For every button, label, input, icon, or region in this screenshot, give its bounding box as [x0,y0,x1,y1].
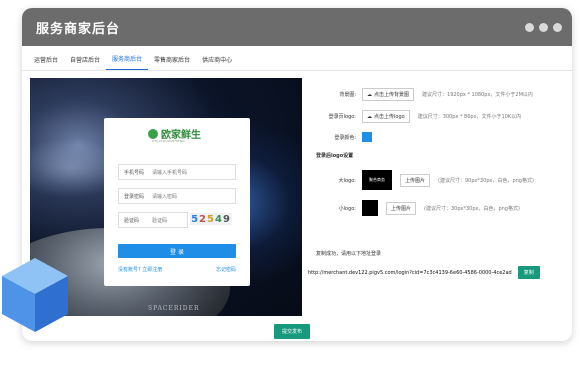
background-row: 背景图: ☁ 点击上传背景图 建议尺寸：1920px * 1080px，文件小于… [308,88,533,101]
captcha-label: 验证码 [124,217,140,224]
login-logo-row: 登录页logo: ☁ 点击上传logo 建议尺寸：300px * 86px，文件… [308,110,521,123]
tab-retail-merchant[interactable]: 零售商家后台 [148,55,196,70]
small-logo-thumbnail [362,200,378,216]
captcha-placeholder: 验证码 [152,217,168,224]
large-logo-hint: (建议尺寸：90px*30px，白色，png格式) [438,177,534,184]
login-url: http://merchant.dev122.pigv5.com/login?c… [308,269,512,276]
upload-large-logo-button[interactable]: 上传图片 [400,173,431,187]
captcha-image[interactable]: 5 2 5 4 9 [190,213,232,225]
password-placeholder: 请输入密码 [152,193,178,200]
login-preview: SPACERIDER 欧家鲜生 OUJIAXIANSHENG 手机号码 请输入手… [30,78,302,316]
copy-button[interactable]: 复制 [517,266,540,279]
large-logo-row: 大logo: 聚合商务 上传图片 (建议尺寸：90px*30px，白色，png格… [308,170,534,190]
login-logo-hint: 建议尺寸：300px * 86px，文件小于10K以内 [417,114,522,120]
page-title: 服务商家后台 [36,21,121,37]
theme-color-swatch[interactable] [362,132,372,142]
tab-operations[interactable]: 运营后台 [28,55,64,70]
copy-notice: 复制成功，请用以下地址登录 [316,251,382,257]
app-window: 服务商家后台 运营后台 自营店后台 服务商后台 零售商家后台 供应商中心 SPA… [22,8,572,341]
background-caption: SPACERIDER [148,305,200,312]
login-card: 欧家鲜生 OUJIAXIANSHENG 手机号码 请输入手机号码 登录密码 请输… [104,118,250,286]
upload-background-button[interactable]: ☁ 点击上传背景图 [362,88,415,101]
tab-supplier-center[interactable]: 供应商中心 [196,55,238,70]
upload-logo-label: 点击上传logo [374,114,405,120]
theme-color-row: 登录颜色: [308,132,372,142]
background-hint: 建议尺寸：1920px * 1080px，文件小于2M以内 [422,92,533,98]
captcha-char: 9 [222,213,231,225]
captcha-char: 5 [191,213,200,225]
submit-button[interactable]: 提交发布 [274,324,311,339]
window-dot-icon[interactable] [525,22,534,32]
upload-icon: ☁ [367,113,372,120]
upload-small-logo-button[interactable]: 上传图片 [386,201,417,215]
password-label: 登录密码 [124,193,145,200]
brand-leaf-icon [148,128,158,139]
captcha-field[interactable]: 验证码 验证码 [118,212,188,228]
captcha-char: 4 [214,213,223,225]
tab-self-store[interactable]: 自营店后台 [64,55,106,70]
large-logo-thumbnail: 聚合商务 [362,170,392,190]
captcha-char: 5 [207,213,215,225]
brand-subtitle: OUJIAXIANSHENG [152,139,186,143]
login-button[interactable]: 登 录 [118,244,236,258]
upload-background-label: 点击上传背景图 [374,92,410,98]
captcha-char: 2 [199,213,208,225]
tab-service-provider[interactable]: 服务商后台 [106,54,149,70]
upload-icon: ☁ [367,91,372,98]
phone-label: 手机号码 [124,169,145,176]
forgot-password-link[interactable]: 忘记密码 [216,266,236,273]
theme-color-label: 登录颜色: [334,134,356,141]
register-link[interactable]: 没有账号? 立即注册 [118,266,162,273]
window-dot-icon[interactable] [553,22,562,32]
small-logo-row: 小logo: 上传图片 (建议尺寸：30px*30px，白色，png格式) [308,200,520,216]
small-logo-label: 小logo: [338,205,356,212]
large-logo-label: 大logo: [338,177,356,184]
cube-decoration [2,258,68,332]
section-title: 登录后logo设置 [316,153,354,159]
url-row: http://merchant.dev122.pigv5.com/login?c… [308,266,540,279]
login-logo-label: 登录页logo: [328,114,356,120]
window-dot-icon[interactable] [539,22,548,32]
phone-placeholder: 请输入手机号码 [152,169,188,176]
background-label: 背景图: [339,92,356,98]
small-logo-hint: (建议尺寸：30px*30px，白色，png格式) [424,205,520,212]
window-controls [525,22,562,32]
title-bar: 服务商家后台 [22,8,572,46]
phone-field[interactable]: 手机号码 请输入手机号码 [118,164,236,180]
password-field[interactable]: 登录密码 请输入密码 [118,188,236,204]
upload-logo-button[interactable]: ☁ 点击上传logo [362,110,410,123]
tab-bar: 运营后台 自营店后台 服务商后台 零售商家后台 供应商中心 [22,46,572,71]
main-content: SPACERIDER 欧家鲜生 OUJIAXIANSHENG 手机号码 请输入手… [22,72,572,341]
